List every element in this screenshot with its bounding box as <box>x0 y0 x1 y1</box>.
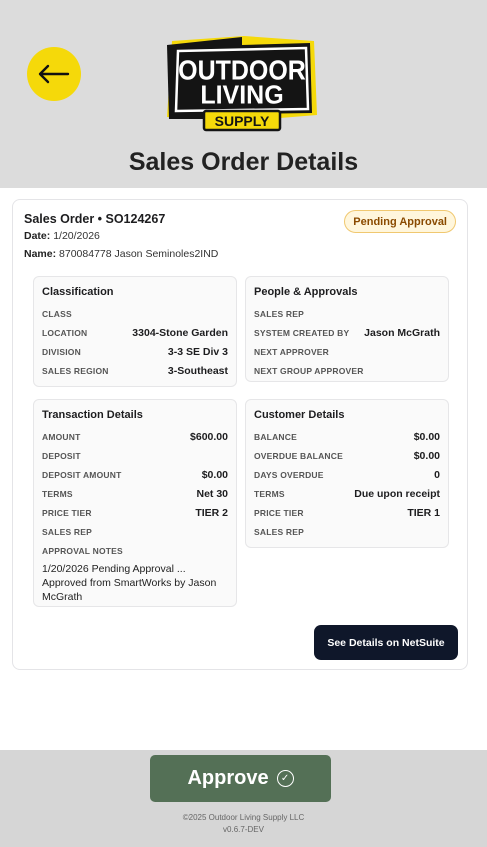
row-value: 0 <box>434 468 440 481</box>
row-value: Net 30 <box>196 487 228 500</box>
classification-row: CLASS <box>42 304 228 323</box>
people-row: NEXT APPROVER <box>254 342 440 361</box>
back-button[interactable] <box>27 47 81 101</box>
main-content: Sales Order • SO124267 Date: 1/20/2026 N… <box>0 188 487 750</box>
transaction-row: PRICE TIER TIER 2 <box>42 503 228 522</box>
people-heading: People & Approvals <box>254 286 358 298</box>
row-label: PRICE TIER <box>254 507 304 518</box>
row-value: $0.00 <box>413 430 440 443</box>
row-value: $0.00 <box>413 449 440 462</box>
row-value: TIER 2 <box>195 506 228 519</box>
classification-section: Classification CLASS LOCATION 3304-Stone … <box>33 276 237 387</box>
classification-row: DIVISION 3-3 SE Div 3 <box>42 342 228 361</box>
check-circle-icon: ✓ <box>276 770 294 787</box>
classification-row: SALES REGION 3-Southeast <box>42 361 228 380</box>
approve-label: Approve <box>187 767 269 789</box>
row-value: 3304-Stone Garden <box>132 326 228 339</box>
name-value: 870084778 Jason Seminoles2IND <box>59 248 219 260</box>
row-label: CLASS <box>42 308 72 319</box>
logo-line-2: LIVING <box>200 81 283 110</box>
customer-heading: Customer Details <box>254 409 345 421</box>
arrow-left-icon <box>38 64 70 84</box>
row-label: NEXT APPROVER <box>254 346 330 357</box>
row-label: AMOUNT <box>42 431 81 442</box>
classification-row: LOCATION 3304-Stone Garden <box>42 323 228 342</box>
row-label: NEXT GROUP APPROVER <box>254 365 364 376</box>
people-row: SALES REP <box>254 304 440 323</box>
row-label: SALES REP <box>254 526 304 537</box>
logo-line-3: SUPPLY <box>215 113 270 129</box>
row-label: DIVISION <box>42 346 81 357</box>
row-value: 3-Southeast <box>167 364 228 377</box>
copyright: ©2025 Outdoor Living Supply LLC v0.6.7-D… <box>0 812 487 836</box>
version-text: v0.6.7-DEV <box>223 825 264 834</box>
row-label: LOCATION <box>42 327 88 338</box>
page-title: Sales Order Details <box>128 148 359 176</box>
row-label: SALES REP <box>42 526 92 537</box>
transaction-row: DEPOSIT <box>42 446 228 465</box>
people-row: NEXT GROUP APPROVER <box>254 361 440 380</box>
row-value: TIER 1 <box>407 506 440 519</box>
outdoor-living-supply-logo: OUTDOOR LIVING SUPPLY <box>167 36 317 132</box>
transaction-row: AMOUNT $600.00 <box>42 427 228 446</box>
row-value: 3-3 SE Div 3 <box>167 345 228 358</box>
footer: Approve ✓ ©2025 Outdoor Living Supply LL… <box>0 750 487 847</box>
customer-row: TERMS Due upon receipt <box>254 484 440 503</box>
order-name: Name: 870084778 Jason Seminoles2IND <box>24 248 218 260</box>
order-date: Date: 1/20/2026 <box>24 230 100 242</box>
row-label: DAYS OVERDUE <box>254 469 324 480</box>
row-label: DEPOSIT <box>42 450 81 461</box>
sales-order-card: Sales Order • SO124267 Date: 1/20/2026 N… <box>12 199 468 670</box>
people-row: SYSTEM CREATED BY Jason McGrath <box>254 323 440 342</box>
transaction-row: APPROVAL NOTES <box>42 541 228 560</box>
classification-heading: Classification <box>42 286 114 298</box>
row-label: SALES REP <box>254 308 304 319</box>
customer-row: OVERDUE BALANCE $0.00 <box>254 446 440 465</box>
approval-notes-text: 1/20/2026 Pending Approval ... Approved … <box>42 563 217 603</box>
customer-row: SALES REP <box>254 522 440 541</box>
customer-row: PRICE TIER TIER 1 <box>254 503 440 522</box>
header: OUTDOOR LIVING SUPPLY Sales Order Detail… <box>0 0 487 188</box>
date-value: 1/20/2026 <box>53 230 100 242</box>
people-approvals-section: People & Approvals SALES REP SYSTEM CREA… <box>245 276 449 382</box>
date-label: Date: <box>24 230 51 242</box>
row-value: Due upon receipt <box>354 487 440 500</box>
row-label: BALANCE <box>254 431 297 442</box>
transaction-row: TERMS Net 30 <box>42 484 228 503</box>
transaction-row: DEPOSIT AMOUNT $0.00 <box>42 465 228 484</box>
customer-row: BALANCE $0.00 <box>254 427 440 446</box>
approve-button[interactable]: Approve ✓ <box>150 755 331 802</box>
see-details-netsuite-button[interactable]: See Details on NetSuite <box>314 625 458 660</box>
row-label: TERMS <box>254 488 285 499</box>
order-title: Sales Order • SO124267 <box>24 212 166 226</box>
row-value: $0.00 <box>201 468 228 481</box>
customer-row: DAYS OVERDUE 0 <box>254 465 440 484</box>
row-value: Jason McGrath <box>364 326 440 339</box>
row-label: SALES REGION <box>42 365 109 376</box>
row-label: DEPOSIT AMOUNT <box>42 469 122 480</box>
customer-details-section: Customer Details BALANCE $0.00 OVERDUE BA… <box>245 399 449 548</box>
copyright-text: ©2025 Outdoor Living Supply LLC <box>182 813 305 822</box>
transaction-row: SALES REP <box>42 522 228 541</box>
transaction-details-section: Transaction Details AMOUNT $600.00 DEPOSI… <box>33 399 237 607</box>
row-label: PRICE TIER <box>42 507 92 518</box>
row-value: $600.00 <box>190 430 228 443</box>
transaction-heading: Transaction Details <box>42 409 143 421</box>
row-label: APPROVAL NOTES <box>42 545 123 556</box>
row-label: SYSTEM CREATED BY <box>254 327 350 338</box>
name-label: Name: <box>24 248 57 260</box>
row-label: OVERDUE BALANCE <box>254 450 343 461</box>
status-badge: Pending Approval <box>344 210 456 233</box>
row-label: TERMS <box>42 488 73 499</box>
